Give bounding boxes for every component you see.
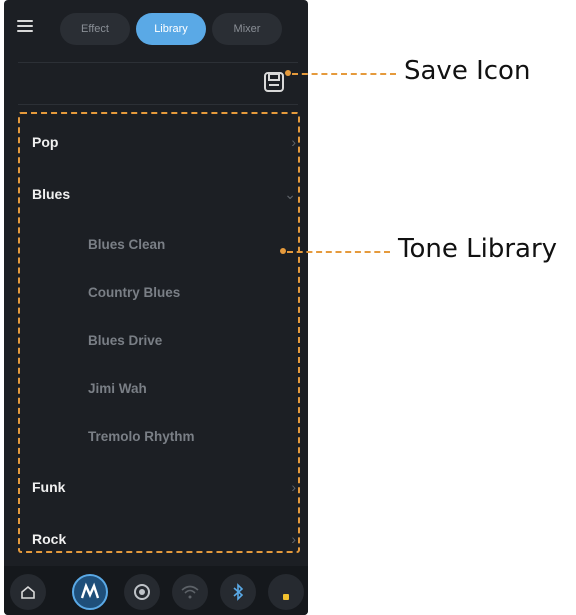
callout-dot bbox=[285, 70, 291, 76]
save-icon-callout-label: Save Icon bbox=[404, 56, 531, 86]
chevron-right-icon: › bbox=[291, 531, 296, 547]
category-pop[interactable]: Pop › bbox=[32, 130, 302, 154]
battery-indicator-icon[interactable] bbox=[268, 574, 304, 610]
app-screen: Effect Library Mixer Pop › Blues ⌄ Blues… bbox=[4, 0, 308, 615]
tab-mixer[interactable]: Mixer bbox=[212, 13, 282, 45]
divider bbox=[18, 104, 298, 105]
tab-effect[interactable]: Effect bbox=[60, 13, 130, 45]
category-rock[interactable]: Rock › bbox=[32, 527, 302, 551]
home-icon[interactable] bbox=[10, 574, 46, 610]
callout-line bbox=[292, 73, 396, 75]
category-label: Rock bbox=[32, 531, 67, 547]
category-label: Pop bbox=[32, 134, 59, 150]
chevron-down-icon: ⌄ bbox=[284, 186, 296, 202]
tone-item-blues-clean[interactable]: Blues Clean bbox=[88, 233, 288, 255]
save-icon[interactable] bbox=[263, 71, 285, 93]
callout-line bbox=[287, 251, 390, 253]
tone-item-blues-drive[interactable]: Blues Drive bbox=[88, 329, 288, 351]
tone-item-tremolo-rhythm[interactable]: Tremolo Rhythm bbox=[88, 425, 288, 447]
bluetooth-icon[interactable] bbox=[220, 574, 256, 610]
chevron-right-icon: › bbox=[291, 479, 296, 495]
logo-icon[interactable] bbox=[72, 574, 108, 610]
tone-library-callout-label: Tone Library bbox=[398, 234, 558, 264]
wifi-icon[interactable] bbox=[172, 574, 208, 610]
bottom-nav bbox=[4, 566, 308, 615]
tab-library[interactable]: Library bbox=[136, 13, 206, 45]
top-bar: Effect Library Mixer bbox=[4, 0, 308, 58]
category-blues[interactable]: Blues ⌄ bbox=[32, 182, 302, 206]
chevron-right-icon: › bbox=[291, 134, 296, 150]
tuner-icon[interactable] bbox=[124, 574, 160, 610]
callout-dot bbox=[280, 248, 286, 254]
divider bbox=[18, 62, 298, 63]
tone-item-jimi-wah[interactable]: Jimi Wah bbox=[88, 377, 288, 399]
category-label: Blues bbox=[32, 186, 71, 202]
category-funk[interactable]: Funk › bbox=[32, 475, 302, 499]
category-label: Funk bbox=[32, 479, 66, 495]
hamburger-menu-icon[interactable] bbox=[17, 20, 33, 34]
tone-item-country-blues[interactable]: Country Blues bbox=[88, 281, 288, 303]
